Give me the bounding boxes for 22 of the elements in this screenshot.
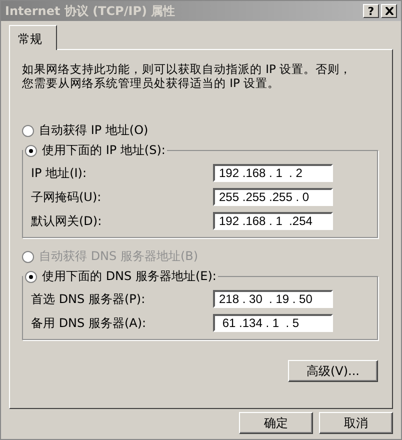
field-label: 备用 DNS 服务器(A): bbox=[31, 314, 146, 332]
description-text: 如果网络支持此功能，则可以获取自动指派的 IP 设置。否则，您需要从网络系统管理员处获得适当的 IP 设置。 bbox=[22, 62, 353, 90]
cancel-button[interactable]: 取消 bbox=[319, 412, 393, 434]
field-label: IP 地址(I): bbox=[31, 164, 87, 182]
help-button[interactable]: ? bbox=[363, 4, 379, 18]
advanced-button[interactable]: 高级(V)... bbox=[288, 360, 378, 382]
ip-address-field[interactable]: 255 .255 .255 . 0 bbox=[213, 188, 333, 206]
radio-option[interactable]: 使用下面的 IP 地址(S): bbox=[25, 142, 166, 159]
field-label: 子网掩码(U): bbox=[31, 188, 102, 206]
window-title: Internet 协议 (TCP/IP) 属性 bbox=[5, 2, 176, 20]
tab[interactable]: 常规 bbox=[9, 25, 57, 50]
close-button[interactable] bbox=[381, 4, 397, 18]
ip-address-field[interactable]: 61 .134 . 1 . 5 bbox=[213, 314, 333, 332]
field-label: 首选 DNS 服务器(P): bbox=[31, 290, 146, 308]
ok-button[interactable]: 确定 bbox=[239, 412, 313, 434]
radio-option[interactable]: 自动获得 IP 地址(O) bbox=[22, 122, 148, 139]
radio-option[interactable]: 使用下面的 DNS 服务器地址(E): bbox=[25, 268, 216, 285]
close-icon bbox=[384, 7, 394, 15]
ip-address-field[interactable]: 192 .168 . 1 .254 bbox=[213, 212, 333, 230]
ip-address-field[interactable]: 192 .168 . 1 . 2 bbox=[213, 164, 333, 182]
ip-address-field[interactable]: 218 . 30 . 19 . 50 bbox=[213, 290, 333, 308]
field-label: 默认网关(D): bbox=[31, 212, 102, 230]
